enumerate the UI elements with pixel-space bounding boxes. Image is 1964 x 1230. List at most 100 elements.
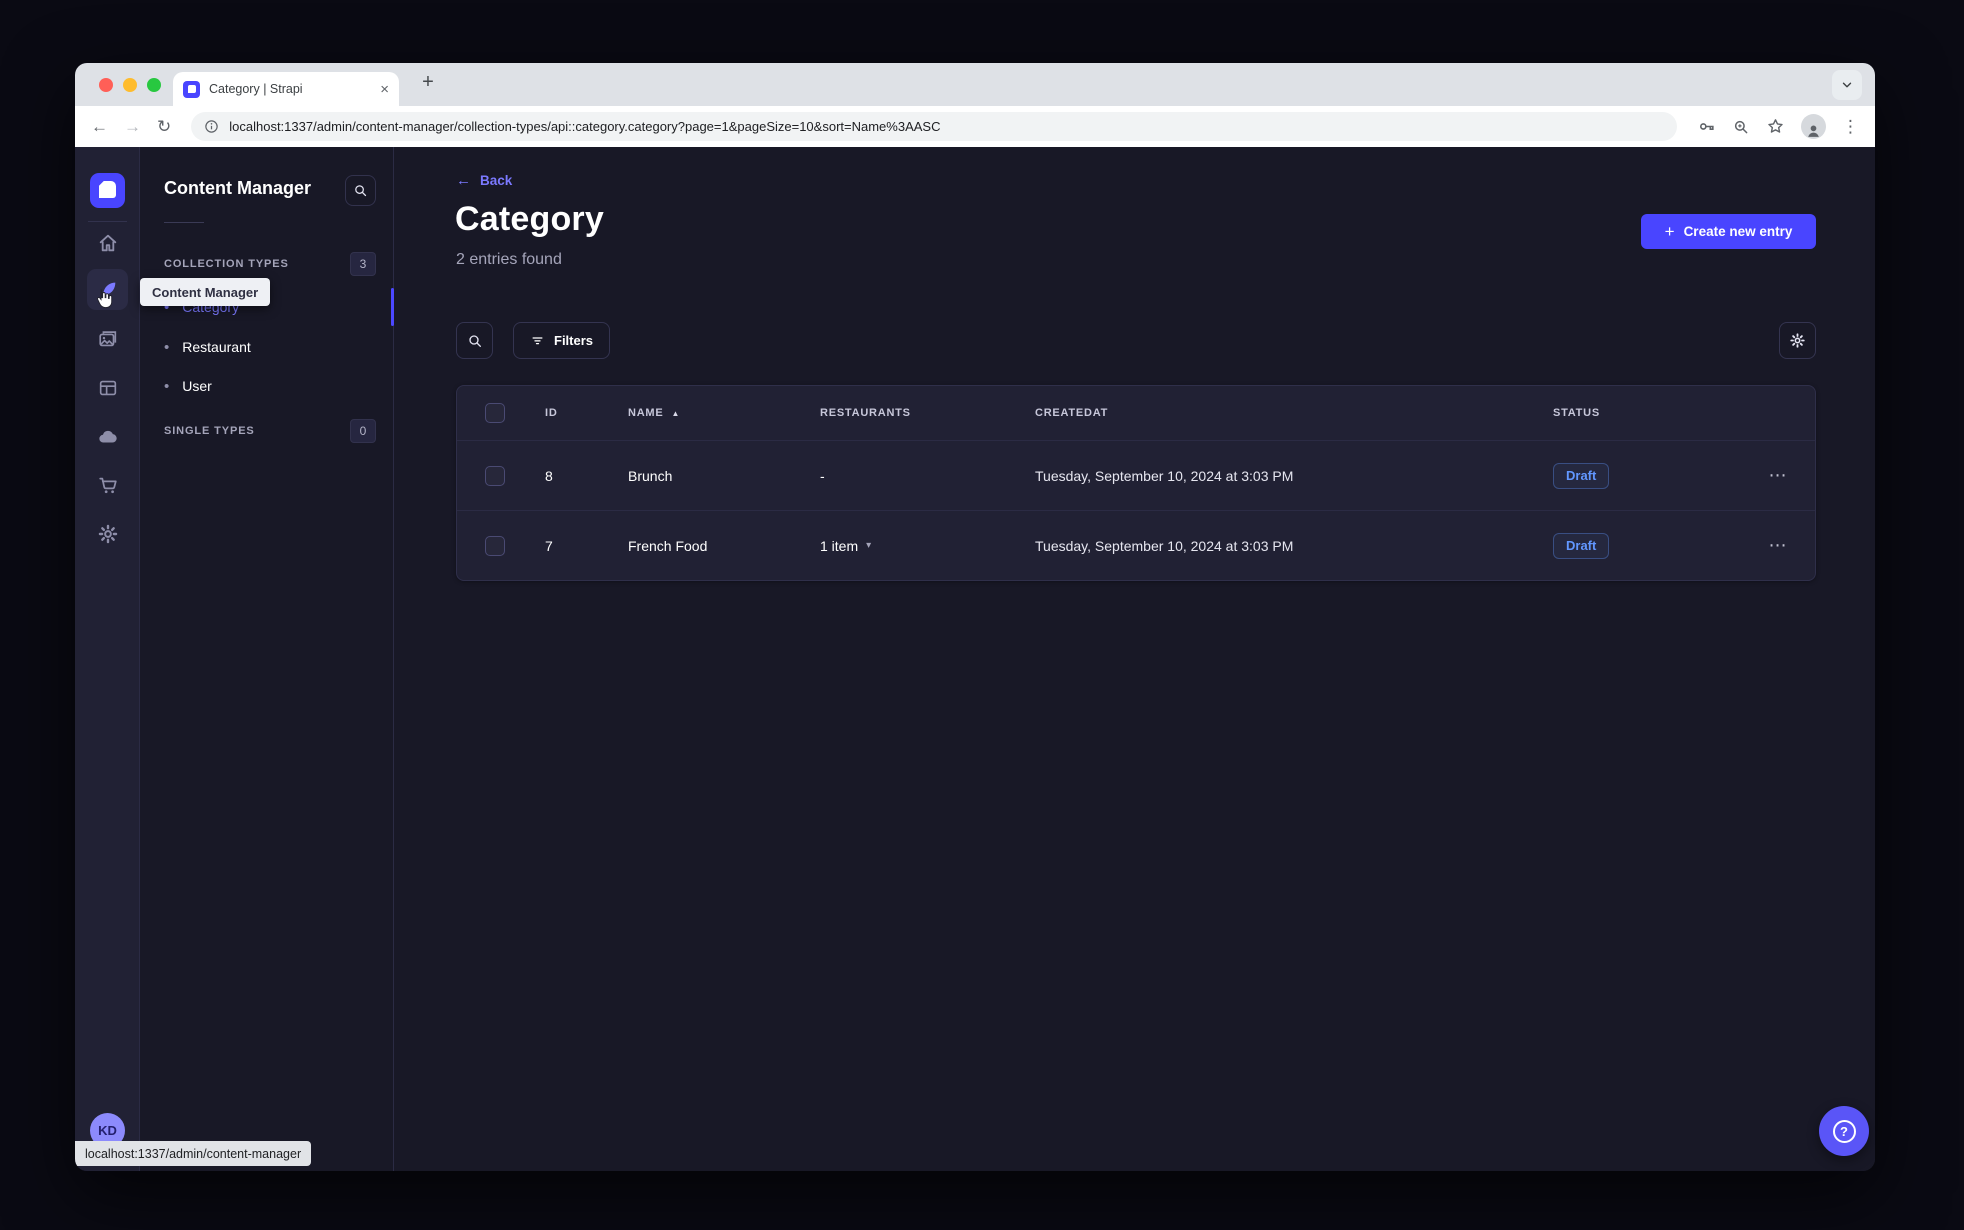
subnav-item-user[interactable]: • User [164,370,212,402]
browser-menu-icon[interactable]: ⋮ [1842,118,1859,135]
filters-label: Filters [554,333,594,348]
nav-marketplace-button[interactable] [87,464,128,505]
cell-id: 7 [545,537,553,554]
search-icon [355,185,367,197]
column-header-restaurants[interactable]: RESTAURANTS [808,407,1023,419]
cell-name: Brunch [628,467,673,484]
table-header-row: ID NAME ▲ RESTAURANTS CREATEDAT STATUS [457,386,1815,440]
collection-types-count-badge: 3 [350,252,376,276]
shopping-cart-icon [98,477,117,493]
collection-types-label: COLLECTION TYPES [164,258,289,270]
help-button[interactable]: ? [1819,1106,1869,1156]
view-settings-button[interactable] [1779,322,1816,359]
gear-icon [1790,333,1805,348]
subnav-title: Content Manager [164,178,312,198]
chevron-down-icon [1842,82,1852,88]
browser-titlebar: Category | Strapi × + [75,63,1875,106]
browser-window: Category | Strapi × + ← → ↻ localhost:13… [75,63,1875,1171]
nav-media-library-button[interactable] [87,318,128,359]
nav-cloud-button[interactable] [87,416,128,457]
cell-restaurants: 1 item ▾ [820,537,872,554]
row-checkbox[interactable] [485,535,505,556]
table-row[interactable]: 7 French Food 1 item ▾ Tuesday, Septembe… [457,510,1815,580]
cell-name: French Food [628,537,708,554]
nav-home-button[interactable] [87,222,128,263]
table-row[interactable]: 8 Brunch - ▾ Tuesday, September 10, 2024… [457,440,1815,510]
subnav-item-label: User [182,378,212,394]
subnav-search-button[interactable] [345,175,376,206]
active-item-indicator [391,288,394,326]
browser-back-button[interactable]: ← [91,118,108,135]
bookmark-star-icon[interactable] [1766,117,1785,136]
entries-count: 2 entries found [456,251,562,268]
nav-settings-button[interactable] [87,513,128,554]
close-window-button[interactable] [99,78,113,92]
nav-content-type-builder-button[interactable] [87,367,128,408]
strapi-favicon-icon [183,80,200,98]
bullet-icon: • [164,377,170,395]
single-types-label: SINGLE TYPES [164,425,255,437]
tab-close-icon[interactable]: × [380,82,389,97]
fullscreen-window-button[interactable] [147,78,161,92]
browser-reload-button[interactable]: ↻ [157,118,171,135]
status-badge: Draft [1553,462,1610,489]
subnav-item-label: Restaurant [182,339,251,355]
column-header-id[interactable]: ID [533,407,616,419]
gear-icon [98,524,117,543]
column-header-name[interactable]: NAME ▲ [616,407,808,419]
browser-toolbar: ← → ↻ localhost:1337/admin/content-manag… [75,106,1875,147]
filters-button[interactable]: Filters [513,322,611,359]
main-content: ← Back Category 2 entries found + Create… [395,147,1875,1171]
site-info-icon[interactable] [204,119,219,134]
browser-forward-button[interactable]: → [124,118,141,135]
mouse-cursor-icon [92,288,114,312]
page-title: Category [455,200,604,238]
layout-icon [99,380,116,395]
new-tab-button[interactable]: + [415,71,441,94]
status-link-preview: localhost:1337/admin/content-manager [75,1141,312,1166]
table-search-button[interactable] [456,322,493,359]
single-types-count-badge: 0 [350,419,376,443]
tab-title: Category | Strapi [209,82,303,96]
create-new-entry-button[interactable]: + Create new entry [1641,214,1816,249]
column-header-status[interactable]: STATUS [1541,407,1741,419]
plus-icon: + [1664,222,1675,241]
back-label: Back [480,173,513,188]
back-link[interactable]: ← Back [456,172,512,189]
cell-restaurants: - ▾ [820,467,825,484]
browser-profile-avatar[interactable] [1801,114,1826,139]
address-bar[interactable]: localhost:1337/admin/content-manager/col… [191,112,1677,141]
strapi-logo[interactable] [90,173,125,208]
subnav-item-restaurant[interactable]: • Restaurant [164,331,251,363]
media-images-icon [98,330,116,346]
subnav-divider [164,222,204,223]
cell-id: 8 [545,467,553,484]
cell-createdat: Tuesday, September 10, 2024 at 3:03 PM [1035,537,1294,554]
row-actions-menu[interactable]: ⋯ [1759,535,1798,556]
password-key-icon[interactable] [1697,117,1716,136]
arrow-left-icon: ← [456,172,471,189]
strapi-logo-mark-icon [99,181,116,198]
status-badge: Draft [1553,532,1610,559]
sort-asc-icon: ▲ [671,408,681,418]
question-mark-icon: ? [1832,1119,1856,1143]
filter-icon [532,337,543,345]
row-actions-menu[interactable]: ⋯ [1759,465,1798,486]
url-text: localhost:1337/admin/content-manager/col… [229,119,941,134]
browser-tab[interactable]: Category | Strapi × [173,72,399,106]
strapi-app: KD Content Manager COLLECTION TYPES 3 • … [75,147,1875,1171]
minimize-window-button[interactable] [123,78,137,92]
tab-search-button[interactable] [1832,70,1862,100]
window-controls [99,78,161,92]
caret-down-icon[interactable]: ▾ [866,540,871,551]
home-icon [99,234,116,251]
cloud-icon [98,430,117,443]
select-all-checkbox[interactable] [485,403,505,423]
row-checkbox[interactable] [485,465,505,486]
search-icon [468,334,481,347]
zoom-page-icon[interactable] [1732,118,1750,136]
column-header-createdat[interactable]: CREATEDAT [1023,407,1541,419]
nav-tooltip: Content Manager [140,278,271,306]
bullet-icon: • [164,338,170,356]
entries-table: ID NAME ▲ RESTAURANTS CREATEDAT STATUS 8 … [456,385,1816,581]
